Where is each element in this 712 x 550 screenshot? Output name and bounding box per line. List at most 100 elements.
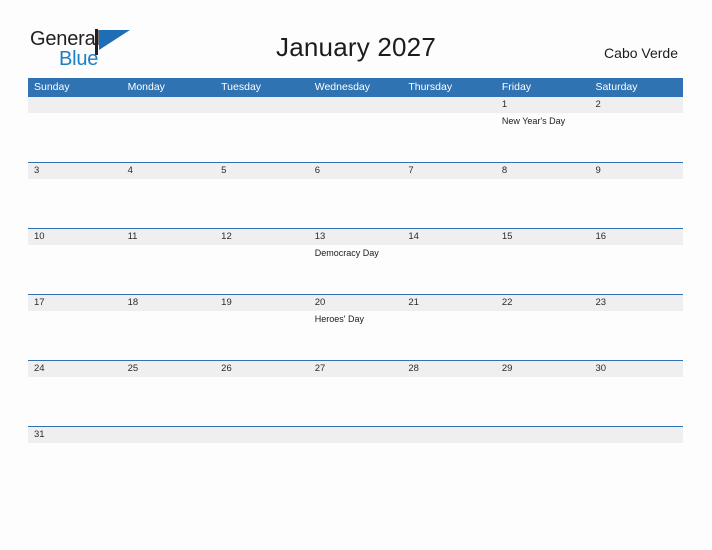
day-cell[interactable] xyxy=(121,97,216,162)
day-number: 21 xyxy=(408,297,419,308)
day-number-band xyxy=(121,163,216,179)
day-cell[interactable]: 13 Democracy Day xyxy=(308,229,403,294)
day-cell[interactable]: 9 xyxy=(589,163,684,228)
day-cell[interactable] xyxy=(402,427,496,455)
day-cell[interactable]: 28 xyxy=(402,361,496,426)
day-number: 31 xyxy=(34,429,45,440)
day-number: 19 xyxy=(221,297,232,308)
day-number: 17 xyxy=(34,297,45,308)
day-cell[interactable] xyxy=(308,427,403,455)
day-cell[interactable] xyxy=(495,427,590,455)
calendar-grid: Sunday Monday Tuesday Wednesday Thursday… xyxy=(28,78,684,455)
weekday-header-friday: Friday xyxy=(501,81,532,93)
day-number-band xyxy=(215,427,309,443)
day-number: 11 xyxy=(127,231,138,242)
day-cell[interactable]: 19 xyxy=(215,295,309,360)
weekday-header-thursday: Thursday xyxy=(408,81,453,93)
day-number: 16 xyxy=(595,231,607,242)
day-number: 22 xyxy=(501,297,513,308)
day-number-band xyxy=(589,97,684,113)
day-event: Heroes' Day xyxy=(314,314,364,324)
weekday-header-saturday: Saturday xyxy=(595,81,638,93)
day-cell[interactable]: 27 xyxy=(308,361,403,426)
day-cell[interactable]: 31 xyxy=(28,427,122,455)
day-cell[interactable]: 24 xyxy=(28,361,122,426)
day-cell[interactable]: 10 xyxy=(28,229,122,294)
day-cell[interactable] xyxy=(121,427,216,455)
day-event: Democracy Day xyxy=(314,248,379,258)
day-cell[interactable]: 15 xyxy=(495,229,590,294)
day-cell[interactable]: 21 xyxy=(402,295,496,360)
calendar-week-row: 10 11 12 13 Democracy Day 14 15 16 xyxy=(28,228,684,294)
day-cell[interactable]: 26 xyxy=(215,361,309,426)
day-number-band xyxy=(402,97,496,113)
country-label: Cabo Verde xyxy=(604,45,678,61)
day-number: 25 xyxy=(127,363,139,374)
day-cell[interactable] xyxy=(308,97,403,162)
day-number: 29 xyxy=(501,363,513,374)
day-number-band xyxy=(28,163,122,179)
day-number-band xyxy=(402,427,496,443)
day-cell[interactable]: 17 xyxy=(28,295,122,360)
day-number-band xyxy=(308,97,403,113)
day-cell[interactable]: 4 xyxy=(121,163,216,228)
weekday-header-row: Sunday Monday Tuesday Wednesday Thursday… xyxy=(28,78,683,96)
day-number-band xyxy=(121,97,216,113)
day-cell[interactable]: 23 xyxy=(589,295,684,360)
day-cell[interactable]: 25 xyxy=(121,361,216,426)
day-cell[interactable]: 12 xyxy=(215,229,309,294)
day-cell[interactable]: 30 xyxy=(589,361,684,426)
day-number: 3 xyxy=(34,165,40,176)
day-cell[interactable]: 11 xyxy=(121,229,216,294)
day-number: 26 xyxy=(221,363,232,374)
day-number-band xyxy=(495,427,590,443)
calendar-week-row: 1 New Year's Day 2 xyxy=(28,96,684,162)
day-number-band xyxy=(28,97,122,113)
day-cell[interactable]: 22 xyxy=(495,295,590,360)
day-number-band xyxy=(589,163,684,179)
weekday-header-wednesday: Wednesday xyxy=(314,81,370,93)
day-cell[interactable]: 16 xyxy=(589,229,684,294)
calendar-week-row: 24 25 26 27 28 29 30 xyxy=(28,360,684,426)
day-cell[interactable]: 6 xyxy=(308,163,403,228)
day-cell[interactable]: 5 xyxy=(215,163,309,228)
day-cell[interactable]: 29 xyxy=(495,361,590,426)
day-number-band xyxy=(121,427,216,443)
day-number-band xyxy=(215,97,309,113)
day-cell[interactable]: 7 xyxy=(402,163,496,228)
day-cell[interactable]: 8 xyxy=(495,163,590,228)
day-cell[interactable] xyxy=(28,97,122,162)
day-number: 20 xyxy=(314,297,326,308)
day-cell[interactable] xyxy=(589,427,684,455)
day-cell[interactable]: 14 xyxy=(402,229,496,294)
calendar-week-row: 3 4 5 6 7 8 9 xyxy=(28,162,684,228)
day-number: 23 xyxy=(595,297,607,308)
day-number-band xyxy=(308,427,403,443)
day-number: 9 xyxy=(595,165,601,176)
weekday-header-sunday: Sunday xyxy=(34,81,70,93)
day-cell[interactable]: 20 Heroes' Day xyxy=(308,295,403,360)
day-cell[interactable] xyxy=(215,427,309,455)
day-event: New Year's Day xyxy=(501,116,566,126)
calendar-week-row: 17 18 19 20 Heroes' Day 21 22 23 xyxy=(28,294,684,360)
day-number: 4 xyxy=(127,165,133,176)
day-cell[interactable]: 1 New Year's Day xyxy=(495,97,590,162)
calendar-week-row: 31 xyxy=(28,426,684,455)
day-cell[interactable] xyxy=(215,97,309,162)
day-number: 12 xyxy=(221,231,232,242)
day-number: 13 xyxy=(314,231,326,242)
day-number: 28 xyxy=(408,363,419,374)
day-cell[interactable]: 2 xyxy=(589,97,684,162)
day-cell[interactable] xyxy=(402,97,496,162)
day-number-band xyxy=(495,97,590,113)
day-number: 18 xyxy=(127,297,139,308)
day-cell[interactable]: 3 xyxy=(28,163,122,228)
day-number: 14 xyxy=(408,231,419,242)
weekday-header-monday: Monday xyxy=(127,81,165,93)
page-header: General Blue January 2027 Cabo Verde xyxy=(0,0,712,76)
calendar-page: General Blue January 2027 Cabo Verde Sun… xyxy=(0,0,712,550)
day-number: 6 xyxy=(314,165,321,176)
day-cell[interactable]: 18 xyxy=(121,295,216,360)
day-number: 30 xyxy=(595,363,607,374)
day-number: 15 xyxy=(501,231,513,242)
